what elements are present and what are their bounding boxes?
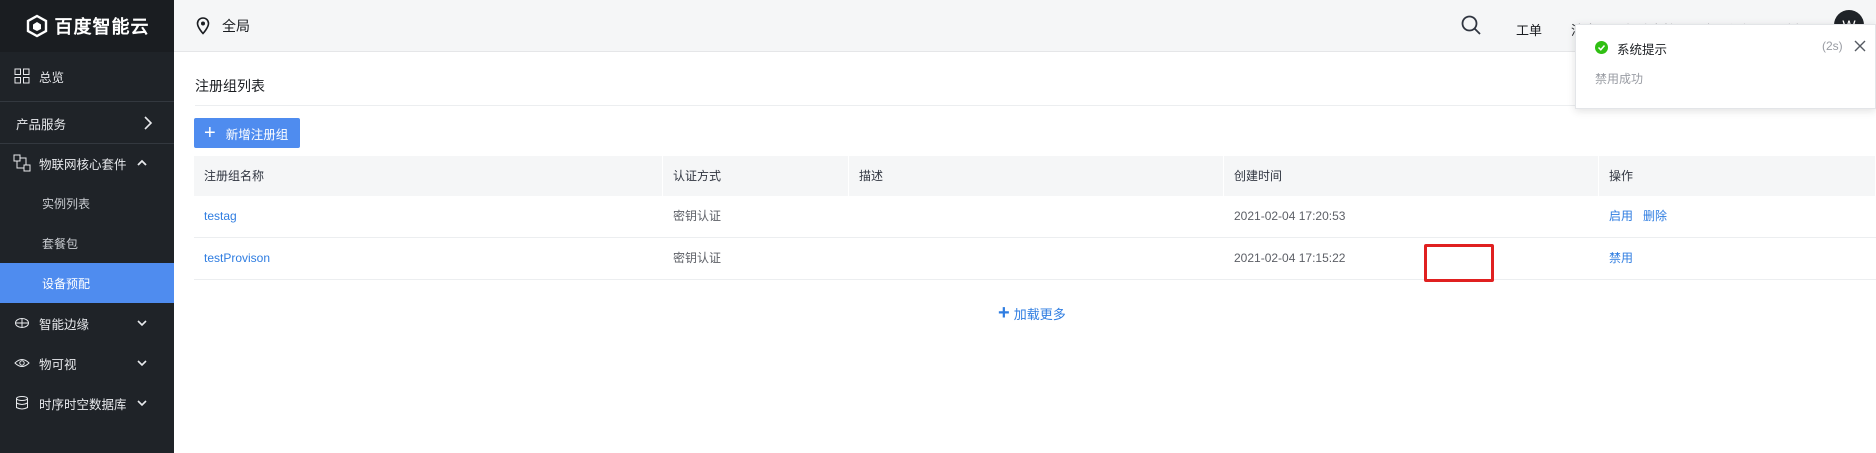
chevron-down-icon xyxy=(137,320,147,327)
column-header-created: 创建时间 xyxy=(1224,156,1599,196)
sidebar-item-edge[interactable]: 智能边缘 xyxy=(0,303,174,343)
sidebar-divider xyxy=(0,101,174,102)
sidebar-item-label: 总览 xyxy=(39,70,65,85)
description xyxy=(849,238,1224,279)
group-name-link[interactable]: testag xyxy=(204,209,237,223)
chevron-down-icon xyxy=(137,360,147,367)
toast-title: 系统提示 xyxy=(1617,43,1668,57)
sidebar-item-iot-core[interactable]: 物联网核心套件 xyxy=(0,143,174,183)
sidebar-item-label: 设备预配 xyxy=(42,276,91,291)
main-content: 注册组列表 + 新增注册组 注册组名称 认证方式 描述 创建时间 操作 test… xyxy=(174,53,1876,453)
plus-icon: + xyxy=(204,122,216,144)
description xyxy=(849,196,1224,237)
enable-button[interactable]: 启用 xyxy=(1609,209,1633,223)
region-selector[interactable]: 全局 xyxy=(196,16,250,36)
column-header-actions: 操作 xyxy=(1599,156,1876,196)
column-header-name: 注册组名称 xyxy=(194,156,663,196)
delete-button[interactable]: 删除 xyxy=(1643,209,1667,223)
add-register-group-button[interactable]: + 新增注册组 xyxy=(194,118,300,148)
chevron-right-icon xyxy=(144,116,153,130)
close-icon[interactable] xyxy=(1852,38,1868,54)
auth-method: 密钥认证 xyxy=(673,209,722,223)
load-more-label: 加载更多 xyxy=(1013,306,1066,322)
sidebar-item-device-provisioning[interactable]: 设备预配 xyxy=(0,263,174,303)
sidebar-item-label: 套餐包 xyxy=(42,236,79,251)
sidebar-item-products[interactable]: 产品服务 xyxy=(0,103,174,143)
chevron-down-icon xyxy=(137,400,147,407)
sidebar-item-label: 实例列表 xyxy=(42,196,91,211)
highlight-box xyxy=(1424,244,1494,282)
sidebar-item-label: 产品服务 xyxy=(16,117,67,132)
table-row: testag 密钥认证 2021-02-04 17:20:53 启用 删除 xyxy=(194,196,1876,238)
eye-icon xyxy=(13,354,31,372)
sidebar-item-label: 物可视 xyxy=(39,357,77,372)
brand-name: 百度智能云 xyxy=(54,17,150,37)
group-name-link[interactable]: testProvison xyxy=(204,251,270,265)
toast-timer: (2s) xyxy=(1822,39,1843,53)
sidebar-item-visual[interactable]: 物可视 xyxy=(0,343,174,383)
sidebar-item-instances[interactable]: 实例列表 xyxy=(0,183,174,223)
sidebar-item-tsdb[interactable]: 时序时空数据库 xyxy=(0,383,174,423)
table-row: testProvison 密钥认证 2021-02-04 17:15:22 禁用 xyxy=(194,238,1876,280)
sidebar-item-overview[interactable]: 总览 xyxy=(0,56,174,96)
edge-icon xyxy=(13,314,31,332)
auth-method: 密钥认证 xyxy=(673,251,722,265)
sidebar-item-label: 智能边缘 xyxy=(39,317,90,332)
sidebar-item-label: 时序时空数据库 xyxy=(39,397,127,412)
grid-icon xyxy=(13,67,31,85)
location-pin-icon xyxy=(196,17,210,35)
table-header: 注册组名称 认证方式 描述 创建时间 操作 xyxy=(194,156,1876,196)
toast-notification: 系统提示 (2s) 禁用成功 xyxy=(1575,24,1876,109)
register-group-table: 注册组名称 认证方式 描述 创建时间 操作 testag 密钥认证 2021-0… xyxy=(194,156,1876,280)
created-time: 2021-02-04 17:15:22 xyxy=(1234,251,1346,265)
cloud-logo-icon xyxy=(26,14,47,38)
load-more-button[interactable]: + 加载更多 xyxy=(998,303,1066,323)
column-header-description: 描述 xyxy=(849,156,1224,196)
page-title: 注册组列表 xyxy=(195,78,265,94)
database-icon xyxy=(13,394,31,412)
toast-message: 禁用成功 xyxy=(1595,72,1644,86)
chevron-up-icon xyxy=(137,159,147,166)
brand-logo[interactable]: 百度智能云 xyxy=(0,0,174,52)
plus-icon: + xyxy=(998,302,1010,324)
success-check-icon xyxy=(1595,41,1608,54)
column-header-auth: 认证方式 xyxy=(663,156,849,196)
ticket-link[interactable]: 工单 xyxy=(1516,20,1542,39)
region-label: 全局 xyxy=(222,18,250,34)
iot-nodes-icon xyxy=(13,154,31,172)
created-time: 2021-02-04 17:20:53 xyxy=(1234,209,1346,223)
sidebar: 百度智能云 总览 产品服务 物联网核心套件 实例列表 套餐包 设备预配 智能边缘… xyxy=(0,0,174,453)
add-register-group-label: 新增注册组 xyxy=(225,127,289,142)
sidebar-item-packages[interactable]: 套餐包 xyxy=(0,223,174,263)
disable-button[interactable]: 禁用 xyxy=(1609,251,1633,265)
sidebar-item-label: 物联网核心套件 xyxy=(39,157,127,172)
search-icon[interactable] xyxy=(1460,14,1482,36)
